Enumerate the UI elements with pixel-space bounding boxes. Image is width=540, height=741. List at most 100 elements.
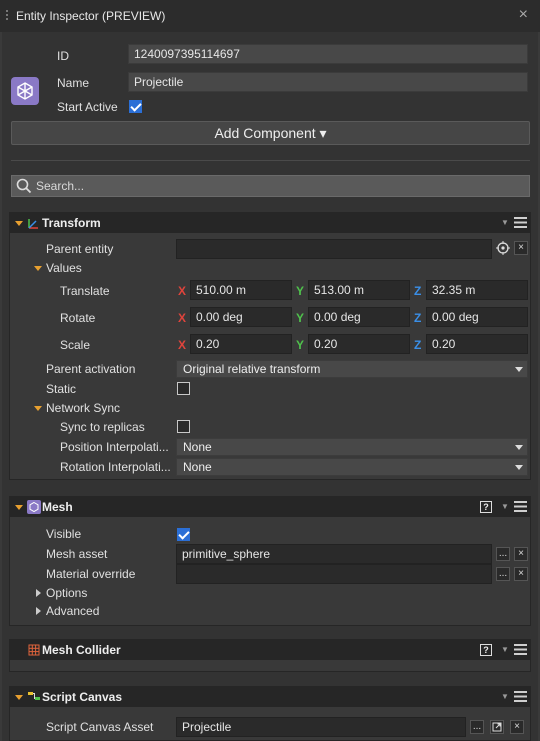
values-expand-icon[interactable] bbox=[34, 266, 42, 271]
script-canvas-title: Script Canvas bbox=[42, 690, 123, 704]
parent-entity-field[interactable] bbox=[176, 239, 492, 259]
transform-title: Transform bbox=[42, 216, 101, 230]
help-icon[interactable]: ? bbox=[480, 644, 492, 656]
search-placeholder: Search... bbox=[36, 179, 85, 193]
mesh-collider-header[interactable]: Mesh Collider ? ▼ bbox=[10, 640, 530, 660]
axis-x-label: X bbox=[178, 284, 187, 298]
scale-z-field[interactable]: 0.20 bbox=[426, 334, 528, 354]
scale-label: Scale bbox=[60, 338, 91, 352]
clear-button[interactable]: × bbox=[514, 241, 528, 255]
collapse-arrow-icon[interactable] bbox=[15, 695, 23, 700]
parent-activation-label: Parent activation bbox=[46, 362, 136, 376]
script-canvas-asset-label: Script Canvas Asset bbox=[46, 720, 154, 734]
start-active-checkbox[interactable] bbox=[129, 100, 142, 113]
parent-activation-value: Original relative transform bbox=[183, 362, 321, 376]
script-canvas-component: Script Canvas ▼ Script Canvas Asset Proj… bbox=[9, 686, 531, 741]
mesh-component: Mesh ? ▼ Visible Mesh asset primitive_sp… bbox=[9, 496, 531, 626]
parent-entity-label: Parent entity bbox=[46, 242, 114, 256]
close-icon[interactable]: × bbox=[519, 6, 528, 24]
mesh-collider-icon bbox=[28, 644, 40, 656]
name-field[interactable]: Projectile bbox=[128, 72, 528, 92]
position-interp-label: Position Interpolati... bbox=[60, 440, 169, 454]
rotate-z-field[interactable]: 0.00 deg bbox=[426, 307, 528, 327]
browse-button[interactable]: ... bbox=[470, 720, 484, 734]
search-icon bbox=[16, 178, 32, 194]
axis-x-label: X bbox=[178, 338, 187, 352]
translate-x-field[interactable]: 510.00 m bbox=[190, 280, 292, 300]
rotate-x-field[interactable]: 0.00 deg bbox=[190, 307, 292, 327]
browse-button[interactable]: ... bbox=[496, 547, 510, 561]
mesh-icon bbox=[27, 500, 41, 514]
translate-y-field[interactable]: 513.00 m bbox=[308, 280, 410, 300]
options-expand-icon[interactable] bbox=[36, 589, 41, 597]
chevron-down-icon[interactable]: ▼ bbox=[501, 645, 509, 654]
id-field[interactable]: 1240097395114697 bbox=[128, 44, 528, 64]
translate-z-field[interactable]: 32.35 m bbox=[426, 280, 528, 300]
drag-grip-icon[interactable] bbox=[6, 10, 8, 22]
browse-button[interactable]: ... bbox=[496, 567, 510, 581]
transform-header[interactable]: Transform ▼ bbox=[10, 213, 530, 233]
divider bbox=[11, 160, 530, 161]
script-canvas-asset-field[interactable]: Projectile bbox=[176, 717, 466, 737]
mesh-header[interactable]: Mesh ? ▼ bbox=[10, 497, 530, 517]
window-title: Entity Inspector (PREVIEW) bbox=[16, 9, 166, 23]
network-sync-label: Network Sync bbox=[46, 401, 121, 415]
script-canvas-header[interactable]: Script Canvas ▼ bbox=[10, 687, 530, 707]
position-interp-value: None bbox=[183, 440, 212, 454]
scale-y-field[interactable]: 0.20 bbox=[308, 334, 410, 354]
position-interp-select[interactable]: None bbox=[176, 438, 528, 456]
visible-label: Visible bbox=[46, 527, 82, 541]
parent-activation-select[interactable]: Original relative transform bbox=[176, 360, 528, 378]
mesh-asset-field[interactable]: primitive_sphere bbox=[176, 544, 492, 564]
rotation-interp-select[interactable]: None bbox=[176, 458, 528, 476]
title-bar: Entity Inspector (PREVIEW) × bbox=[0, 0, 540, 32]
collapse-arrow-icon[interactable] bbox=[15, 505, 23, 510]
mesh-collider-component: Mesh Collider ? ▼ bbox=[9, 639, 531, 672]
material-override-label: Material override bbox=[46, 567, 136, 581]
menu-icon[interactable] bbox=[514, 501, 527, 512]
collapse-arrow-icon[interactable] bbox=[15, 221, 23, 226]
network-sync-expand-icon[interactable] bbox=[34, 406, 42, 411]
visible-checkbox[interactable] bbox=[177, 528, 190, 541]
script-canvas-icon bbox=[28, 692, 40, 700]
start-active-label: Start Active bbox=[57, 100, 118, 114]
advanced-expand-icon[interactable] bbox=[36, 607, 41, 615]
menu-icon[interactable] bbox=[514, 217, 527, 228]
axis-z-label: Z bbox=[414, 338, 422, 352]
rotation-interp-value: None bbox=[183, 460, 212, 474]
id-label: ID bbox=[57, 49, 69, 63]
material-override-field[interactable] bbox=[176, 564, 492, 584]
advanced-label[interactable]: Advanced bbox=[46, 604, 99, 618]
sync-to-replicas-checkbox[interactable] bbox=[177, 420, 190, 433]
help-icon[interactable]: ? bbox=[480, 501, 492, 513]
rotate-y-field[interactable]: 0.00 deg bbox=[308, 307, 410, 327]
translate-label: Translate bbox=[60, 284, 110, 298]
axis-y-label: Y bbox=[296, 338, 305, 352]
axis-y-label: Y bbox=[296, 311, 305, 325]
chevron-down-icon[interactable]: ▼ bbox=[501, 502, 509, 511]
clear-button[interactable]: × bbox=[510, 720, 524, 734]
axis-x-label: X bbox=[178, 311, 187, 325]
name-label: Name bbox=[57, 76, 90, 90]
clear-button[interactable]: × bbox=[514, 547, 528, 561]
add-component-button[interactable]: Add Component ▾ bbox=[11, 121, 530, 145]
transform-component: Transform ▼ Parent entity × Values Trans… bbox=[9, 212, 531, 480]
menu-icon[interactable] bbox=[514, 691, 527, 702]
static-checkbox[interactable] bbox=[177, 382, 190, 395]
search-input[interactable]: Search... bbox=[11, 175, 530, 197]
scale-x-field[interactable]: 0.20 bbox=[190, 334, 292, 354]
open-editor-icon[interactable] bbox=[490, 720, 504, 734]
open-editor-glyph-icon bbox=[492, 722, 502, 732]
options-label[interactable]: Options bbox=[46, 586, 87, 600]
entity-icon bbox=[11, 77, 39, 105]
chevron-down-icon[interactable]: ▼ bbox=[501, 218, 509, 227]
rotate-label: Rotate bbox=[60, 311, 96, 325]
clear-button[interactable]: × bbox=[514, 567, 528, 581]
chevron-down-icon[interactable]: ▼ bbox=[501, 692, 509, 701]
static-label: Static bbox=[46, 382, 77, 396]
values-label: Values bbox=[46, 261, 82, 275]
menu-icon[interactable] bbox=[514, 644, 527, 655]
axis-z-label: Z bbox=[414, 311, 422, 325]
mesh-asset-label: Mesh asset bbox=[46, 547, 108, 561]
target-picker-icon[interactable] bbox=[496, 241, 510, 255]
